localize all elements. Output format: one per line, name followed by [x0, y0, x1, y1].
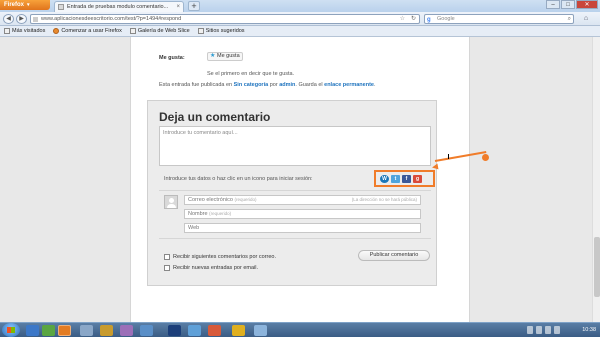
search-placeholder: Google: [437, 16, 455, 22]
tray-icon[interactable]: [545, 326, 551, 334]
chevron-down-icon: ▾: [27, 2, 30, 8]
forward-button[interactable]: ▶: [16, 14, 27, 24]
firefox-menu-button[interactable]: Firefox ▾: [0, 0, 50, 10]
windows-taskbar: 10:38: [0, 322, 600, 337]
search-icon[interactable]: ⌕: [568, 15, 571, 23]
comment-textarea[interactable]: Introduce tu comentario aquí...: [159, 126, 431, 166]
vertical-scrollbar[interactable]: [592, 37, 600, 322]
star-icon: ★: [210, 53, 216, 59]
search-input[interactable]: g Google ⌕: [424, 14, 574, 24]
firefox-taskbar-icon[interactable]: [58, 325, 71, 336]
category-link[interactable]: Sin categoría: [234, 82, 269, 88]
tray-icon[interactable]: [554, 326, 560, 334]
site-identity-icon: [33, 17, 38, 22]
subscribe-comments-checkbox[interactable]: [164, 254, 170, 260]
minimize-button[interactable]: –: [546, 0, 560, 9]
close-tab-icon[interactable]: ×: [176, 2, 180, 12]
tab-active[interactable]: Entrada de pruebas modulo comentario... …: [54, 1, 184, 12]
like-button[interactable]: ★ Me gusta: [207, 52, 243, 61]
app-icon-4[interactable]: [140, 325, 153, 336]
web-slice-icon: [129, 28, 136, 34]
comment-form-title: Deja un comentario: [159, 110, 271, 124]
reload-icon[interactable]: ↻: [411, 15, 416, 23]
app-icon-7[interactable]: [208, 325, 221, 336]
app-icon-3[interactable]: [120, 325, 133, 336]
app-icon-8[interactable]: [232, 325, 245, 336]
new-tab-button[interactable]: +: [188, 1, 200, 11]
tray-icon[interactable]: [536, 326, 542, 334]
comment-form: Deja un comentario Introduce tu comentar…: [147, 100, 489, 286]
email-privacy-note: (La dirección no se hará pública): [351, 197, 417, 202]
login-hint: Introduce tus datos o haz clic en un ico…: [164, 176, 313, 182]
subscribe-comments-option[interactable]: Recibir siguientes comentarios por corre…: [164, 254, 276, 260]
author-link[interactable]: admin: [279, 82, 295, 88]
bookmarks-bar: Más visitados Comenzar a usar Firefox Ga…: [0, 26, 600, 37]
app-icon-9[interactable]: [254, 325, 267, 336]
windows-logo-icon: [7, 327, 15, 333]
annotation-arrow-line: [434, 150, 487, 162]
subscribe-posts-option[interactable]: Recibir nuevas entradas por email.: [164, 265, 258, 271]
tray-icon[interactable]: [527, 326, 533, 334]
like-label: Me gusta:: [159, 55, 185, 61]
folder-icon: [4, 28, 10, 34]
clock[interactable]: 10:38: [582, 324, 596, 337]
title-bar: Firefox ▾ Entrada de pruebas modulo comen…: [0, 0, 600, 12]
subscribe-posts-checkbox[interactable]: [164, 265, 170, 271]
window-controls: – □ ✕: [546, 0, 598, 9]
page-favicon-icon: [58, 4, 64, 10]
mouse-cursor: [448, 154, 449, 159]
scrollbar-thumb[interactable]: [594, 237, 600, 297]
back-button[interactable]: ◀: [3, 14, 14, 24]
url-text: www.aplicacionesdeescritorio.com/test/?p…: [41, 16, 182, 22]
home-icon[interactable]: ⌂: [580, 14, 592, 24]
close-window-button[interactable]: ✕: [576, 0, 598, 9]
email-field[interactable]: Correo electrónico (requerido) (La direc…: [184, 195, 421, 205]
annotation-arrow-dot: [482, 154, 489, 161]
ie-icon[interactable]: [26, 325, 39, 336]
page-icon: [197, 28, 204, 34]
website-field[interactable]: Web: [184, 223, 421, 233]
page-viewport: Me gusta: ★ Me gusta Se el primero en dec…: [0, 37, 600, 322]
maximize-button[interactable]: □: [561, 0, 575, 9]
bookmark-star-icon[interactable]: ☆: [400, 15, 405, 23]
chrome-icon[interactable]: [42, 325, 55, 336]
system-tray: [527, 326, 560, 334]
google-icon[interactable]: g: [427, 16, 431, 24]
bookmark-web-slice[interactable]: Galería de Web Slice: [129, 28, 190, 34]
name-field[interactable]: Nombre (requerido): [184, 209, 421, 219]
app-icon-6[interactable]: [188, 325, 201, 336]
divider: [159, 238, 431, 239]
bookmark-most-visited[interactable]: Más visitados: [4, 28, 45, 34]
app-icon-2[interactable]: [100, 325, 113, 336]
annotation-highlight: [374, 170, 435, 187]
avatar: [164, 195, 178, 209]
url-bar[interactable]: www.aplicacionesdeescritorio.com/test/?p…: [30, 14, 420, 24]
bookmark-suggested-sites[interactable]: Sitios sugeridos: [197, 28, 245, 34]
start-button[interactable]: [2, 323, 20, 337]
divider: [159, 190, 431, 191]
bookmark-getting-started[interactable]: Comenzar a usar Firefox: [53, 28, 122, 34]
page-content: Me gusta: ★ Me gusta Se el primero en dec…: [130, 37, 489, 322]
app-icon-1[interactable]: [80, 325, 93, 336]
first-like-text: Se el primero en decir que te gusta.: [207, 71, 295, 77]
permalink-link[interactable]: enlace permanente: [324, 82, 374, 88]
tab-title: Entrada de pruebas modulo comentario...: [67, 4, 169, 10]
annotation-arrow-head: [431, 163, 439, 171]
navigation-bar: ◀ ▶ www.aplicacionesdeescritorio.com/tes…: [0, 12, 600, 26]
app-icon-5[interactable]: [168, 325, 181, 336]
entry-meta: Esta entrada fue publicada en Sin catego…: [159, 82, 376, 88]
firefox-icon: [53, 28, 60, 34]
publish-comment-button[interactable]: Publicar comentario: [358, 250, 430, 261]
